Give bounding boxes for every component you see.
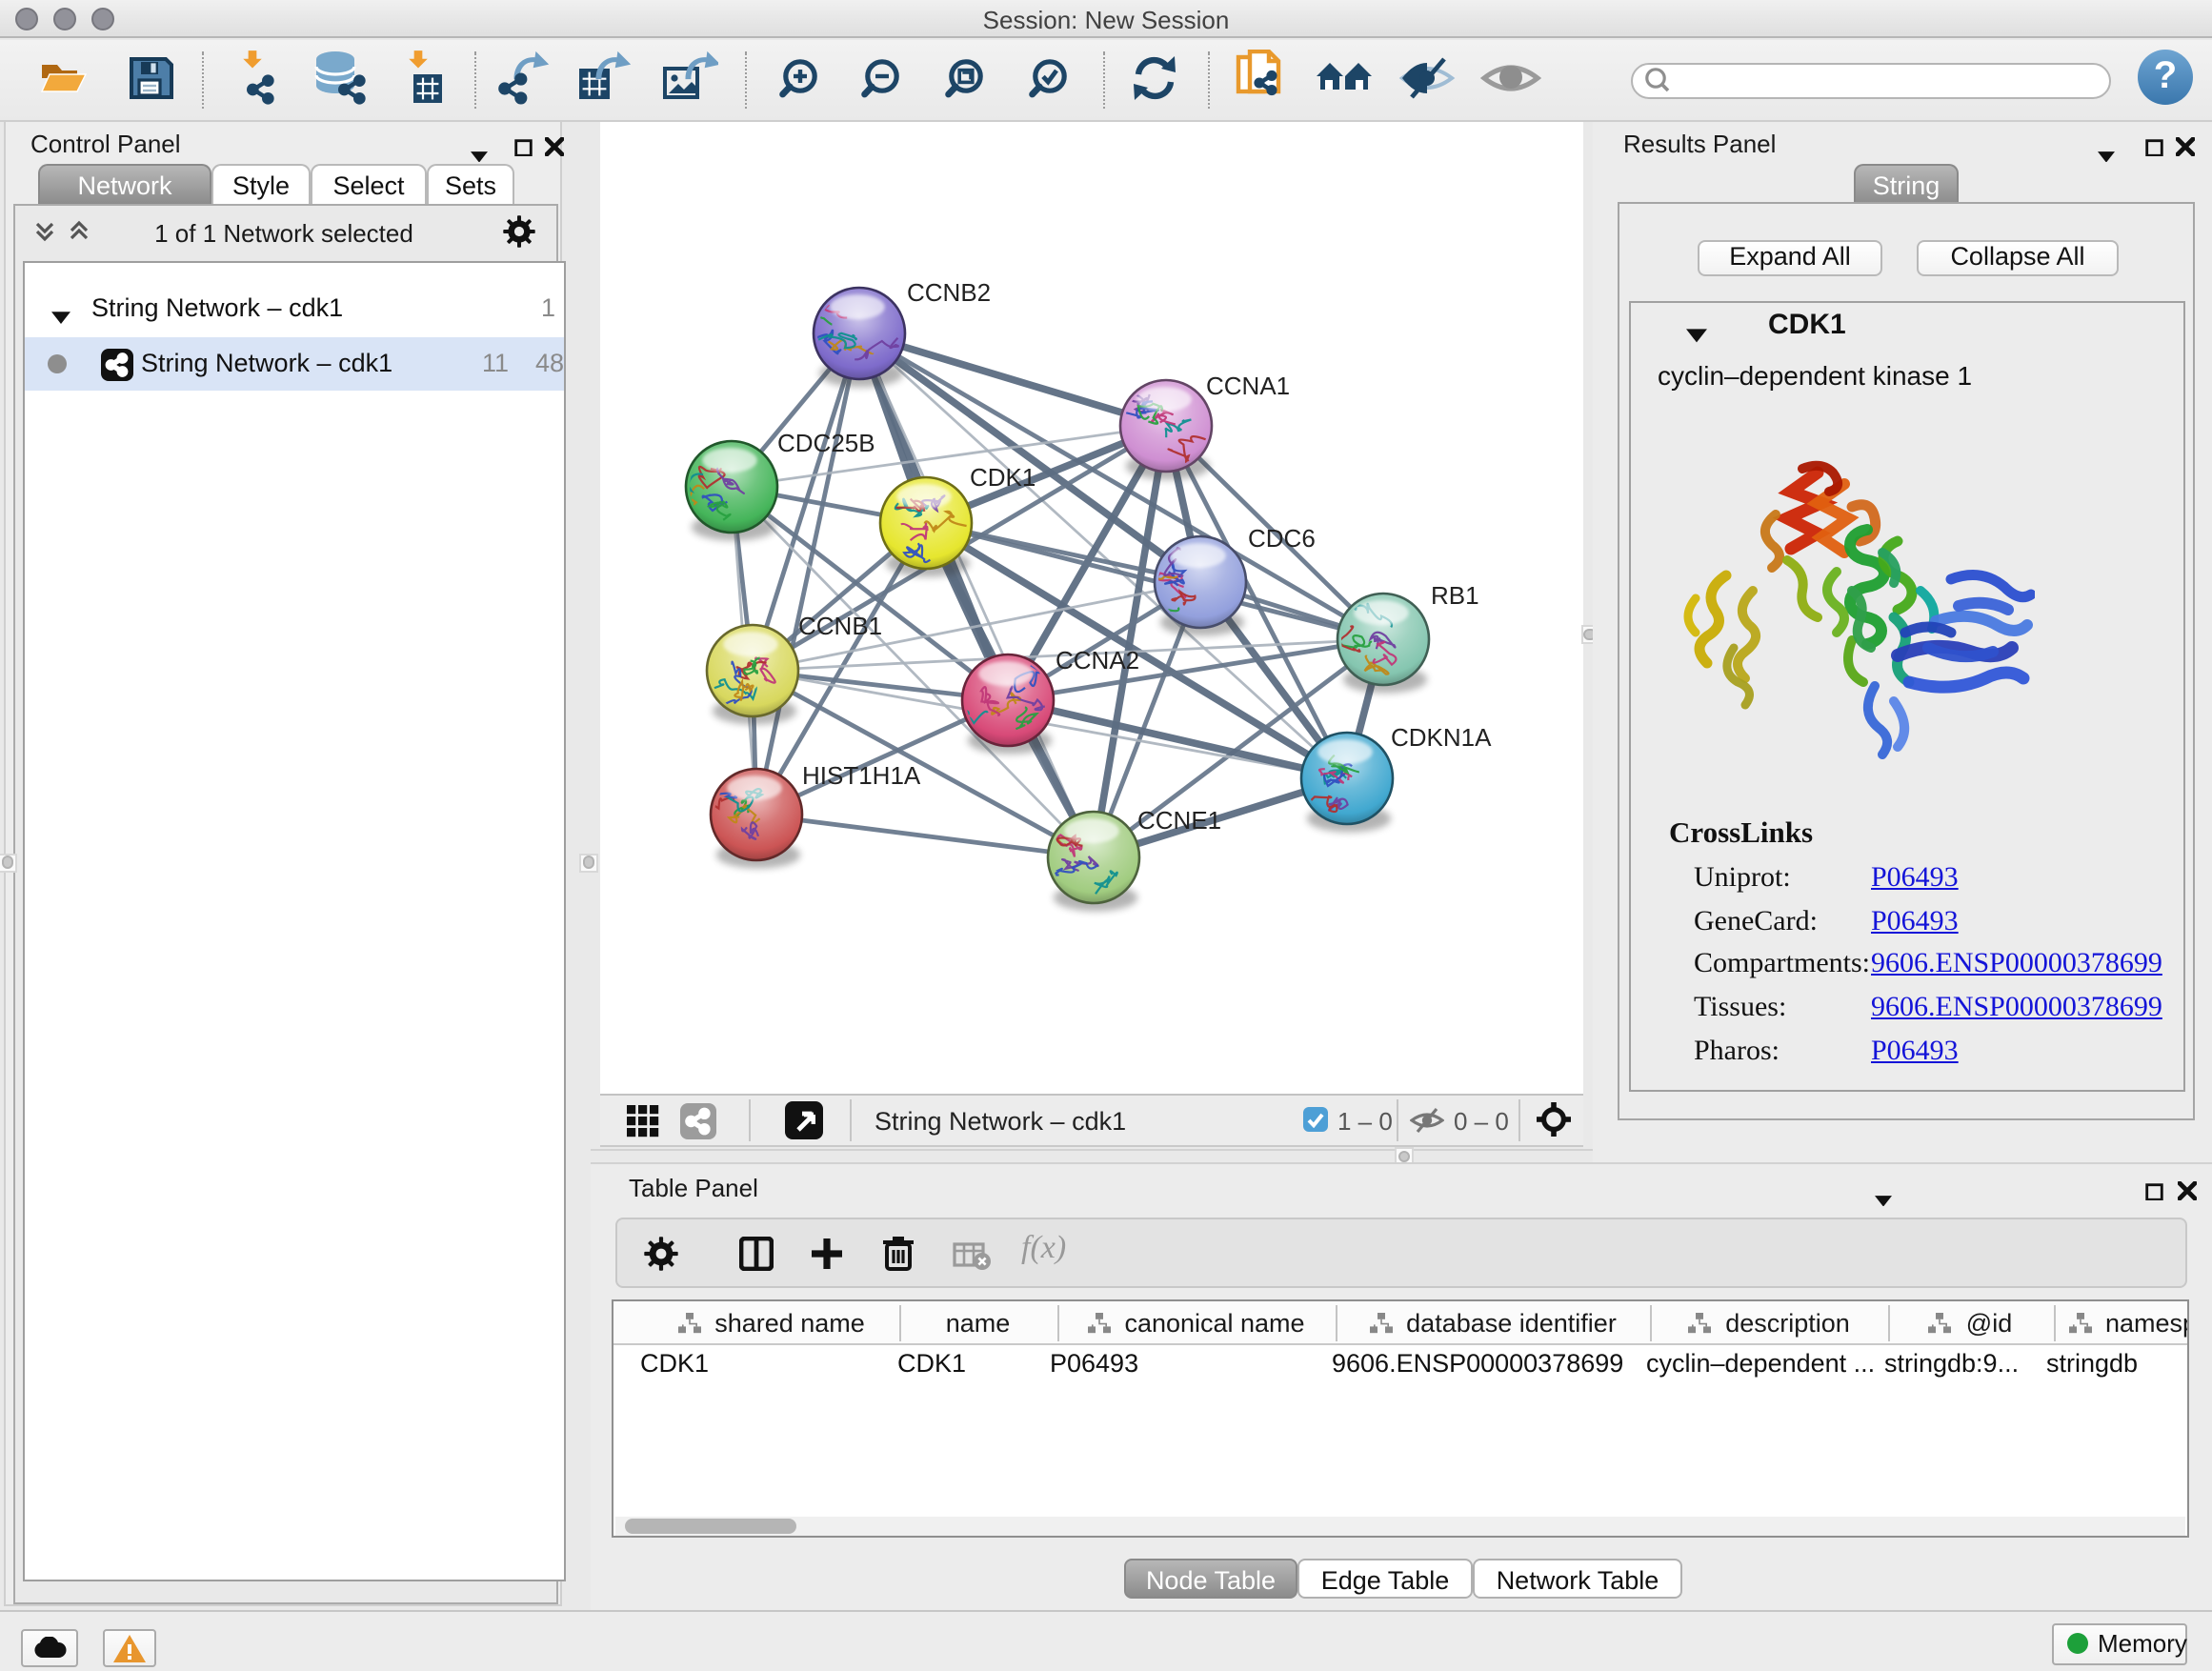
svg-text:CCNB1: CCNB1 — [798, 612, 882, 640]
svg-text:CCNA1: CCNA1 — [1206, 372, 1290, 400]
svg-text:RB1: RB1 — [1431, 581, 1479, 610]
svg-text:CCNE1: CCNE1 — [1137, 806, 1221, 835]
svg-text:CDK1: CDK1 — [970, 463, 1036, 492]
svg-text:CCNB2: CCNB2 — [907, 278, 991, 307]
svg-text:CDC6: CDC6 — [1248, 524, 1316, 553]
svg-text:CCNA2: CCNA2 — [1056, 646, 1139, 674]
svg-text:HIST1H1A: HIST1H1A — [802, 761, 921, 790]
svg-text:CDC25B: CDC25B — [777, 429, 875, 457]
svg-text:CDKN1A: CDKN1A — [1391, 723, 1492, 752]
